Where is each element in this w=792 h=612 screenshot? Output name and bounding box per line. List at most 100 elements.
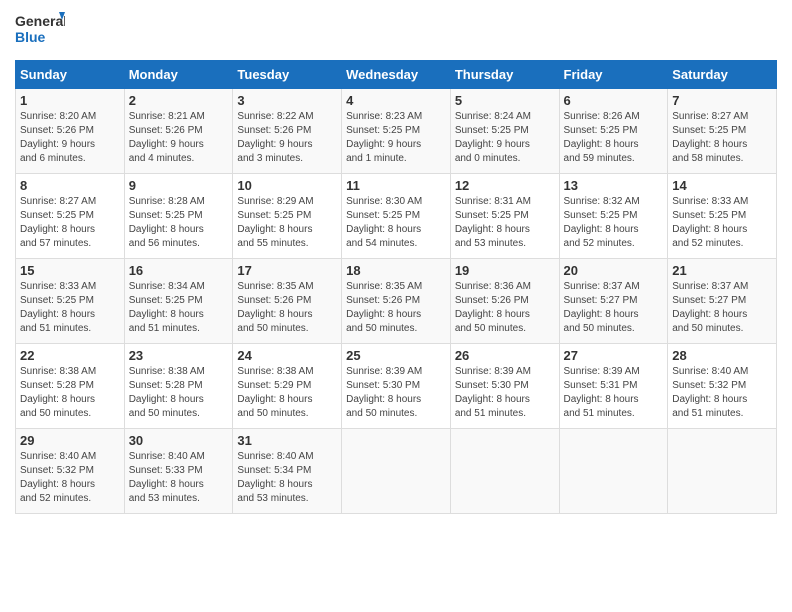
- weekday-header-friday: Friday: [559, 61, 668, 89]
- calendar-cell: 27Sunrise: 8:39 AM Sunset: 5:31 PM Dayli…: [559, 344, 668, 429]
- day-number: 18: [346, 263, 446, 278]
- calendar-cell: 8 Sunrise: 8:27 AM Sunset: 5:25 PM Daylig…: [16, 174, 125, 259]
- calendar-cell: 5 Sunrise: 8:24 AM Sunset: 5:25 PM Daylig…: [450, 89, 559, 174]
- day-number: 11: [346, 178, 446, 193]
- day-info: Sunrise: 8:26 AM Sunset: 5:25 PM Dayligh…: [564, 110, 664, 166]
- day-info: Sunrise: 8:38 AM Sunset: 5:29 PM Dayligh…: [237, 365, 337, 421]
- calendar-cell: 25 Sunrise: 8:39 AM Sunset: 5:30 PM Dayli…: [342, 344, 451, 429]
- day-info: Sunrise: 8:33 AM Sunset: 5:25 PM Dayligh…: [20, 280, 120, 336]
- calendar-cell: [342, 429, 451, 514]
- calendar-cell: 30 Sunrise: 8:40 AM Sunset: 5:33 PM Dayli…: [124, 429, 233, 514]
- calendar-cell: 31 Sunrise: 8:40 AM Sunset: 5:34 PM Dayli…: [233, 429, 342, 514]
- week-row-4: 22 Sunrise: 8:38 AM Sunset: 5:28 PM Dayli…: [16, 344, 777, 429]
- calendar-cell: 4 Sunrise: 8:23 AM Sunset: 5:25 PM Daylig…: [342, 89, 451, 174]
- calendar-cell: 13 Sunrise: 8:32 AM Sunset: 5:25 PM Dayli…: [559, 174, 668, 259]
- calendar-cell: 7Sunrise: 8:27 AM Sunset: 5:25 PM Daylig…: [668, 89, 777, 174]
- calendar-cell: 17Sunrise: 8:35 AM Sunset: 5:26 PM Dayli…: [233, 259, 342, 344]
- day-info: Sunrise: 8:40 AM Sunset: 5:34 PM Dayligh…: [237, 450, 337, 506]
- day-info: Sunrise: 8:39 AM Sunset: 5:30 PM Dayligh…: [346, 365, 446, 421]
- day-info: Sunrise: 8:38 AM Sunset: 5:28 PM Dayligh…: [129, 365, 229, 421]
- calendar-cell: 18 Sunrise: 8:35 AM Sunset: 5:26 PM Dayli…: [342, 259, 451, 344]
- svg-text:Blue: Blue: [15, 29, 46, 45]
- calendar-cell: 11Sunrise: 8:30 AM Sunset: 5:25 PM Dayli…: [342, 174, 451, 259]
- day-number: 8: [20, 178, 120, 193]
- day-info: Sunrise: 8:21 AM Sunset: 5:26 PM Dayligh…: [129, 110, 229, 166]
- calendar-cell: 24 Sunrise: 8:38 AM Sunset: 5:29 PM Dayli…: [233, 344, 342, 429]
- day-number: 24: [237, 348, 337, 363]
- day-number: 19: [455, 263, 555, 278]
- day-number: 4: [346, 93, 446, 108]
- day-number: 16: [129, 263, 229, 278]
- day-number: 15: [20, 263, 120, 278]
- day-info: Sunrise: 8:33 AM Sunset: 5:25 PM Dayligh…: [672, 195, 772, 251]
- day-number: 20: [564, 263, 664, 278]
- weekday-header-wednesday: Wednesday: [342, 61, 451, 89]
- day-info: Sunrise: 8:40 AM Sunset: 5:32 PM Dayligh…: [672, 365, 772, 421]
- day-info: Sunrise: 8:38 AM Sunset: 5:28 PM Dayligh…: [20, 365, 120, 421]
- weekday-header-tuesday: Tuesday: [233, 61, 342, 89]
- calendar-cell: [559, 429, 668, 514]
- calendar-cell: [450, 429, 559, 514]
- calendar-cell: 2Sunrise: 8:21 AM Sunset: 5:26 PM Daylig…: [124, 89, 233, 174]
- calendar-cell: 22 Sunrise: 8:38 AM Sunset: 5:28 PM Dayli…: [16, 344, 125, 429]
- page-header: General Blue: [15, 10, 777, 52]
- day-number: 7: [672, 93, 772, 108]
- calendar-cell: 10Sunrise: 8:29 AM Sunset: 5:25 PM Dayli…: [233, 174, 342, 259]
- weekday-header-saturday: Saturday: [668, 61, 777, 89]
- day-info: Sunrise: 8:20 AM Sunset: 5:26 PM Dayligh…: [20, 110, 120, 166]
- calendar-cell: 23 Sunrise: 8:38 AM Sunset: 5:28 PM Dayli…: [124, 344, 233, 429]
- logo: General Blue: [15, 10, 65, 52]
- day-number: 22: [20, 348, 120, 363]
- day-number: 25: [346, 348, 446, 363]
- day-info: Sunrise: 8:24 AM Sunset: 5:25 PM Dayligh…: [455, 110, 555, 166]
- weekday-header-sunday: Sunday: [16, 61, 125, 89]
- day-number: 23: [129, 348, 229, 363]
- week-row-5: 29 Sunrise: 8:40 AM Sunset: 5:32 PM Dayli…: [16, 429, 777, 514]
- calendar-cell: 21 Sunrise: 8:37 AM Sunset: 5:27 PM Dayli…: [668, 259, 777, 344]
- calendar-cell: 29 Sunrise: 8:40 AM Sunset: 5:32 PM Dayli…: [16, 429, 125, 514]
- day-number: 29: [20, 433, 120, 448]
- day-info: Sunrise: 8:32 AM Sunset: 5:25 PM Dayligh…: [564, 195, 664, 251]
- svg-text:General: General: [15, 13, 65, 29]
- day-info: Sunrise: 8:23 AM Sunset: 5:25 PM Dayligh…: [346, 110, 446, 166]
- weekday-header-row: SundayMondayTuesdayWednesdayThursdayFrid…: [16, 61, 777, 89]
- calendar-cell: 12 Sunrise: 8:31 AM Sunset: 5:25 PM Dayli…: [450, 174, 559, 259]
- day-number: 1: [20, 93, 120, 108]
- day-number: 28: [672, 348, 772, 363]
- calendar-cell: 3 Sunrise: 8:22 AM Sunset: 5:26 PM Daylig…: [233, 89, 342, 174]
- day-info: Sunrise: 8:31 AM Sunset: 5:25 PM Dayligh…: [455, 195, 555, 251]
- calendar-cell: [668, 429, 777, 514]
- day-number: 13: [564, 178, 664, 193]
- calendar-cell: 9Sunrise: 8:28 AM Sunset: 5:25 PM Daylig…: [124, 174, 233, 259]
- day-number: 17: [237, 263, 337, 278]
- day-info: Sunrise: 8:40 AM Sunset: 5:32 PM Dayligh…: [20, 450, 120, 506]
- calendar-table: SundayMondayTuesdayWednesdayThursdayFrid…: [15, 60, 777, 514]
- day-info: Sunrise: 8:37 AM Sunset: 5:27 PM Dayligh…: [672, 280, 772, 336]
- day-number: 30: [129, 433, 229, 448]
- day-info: Sunrise: 8:40 AM Sunset: 5:33 PM Dayligh…: [129, 450, 229, 506]
- day-info: Sunrise: 8:39 AM Sunset: 5:30 PM Dayligh…: [455, 365, 555, 421]
- day-number: 31: [237, 433, 337, 448]
- day-number: 3: [237, 93, 337, 108]
- day-number: 21: [672, 263, 772, 278]
- day-number: 12: [455, 178, 555, 193]
- day-info: Sunrise: 8:39 AM Sunset: 5:31 PM Dayligh…: [564, 365, 664, 421]
- day-number: 5: [455, 93, 555, 108]
- week-row-2: 8 Sunrise: 8:27 AM Sunset: 5:25 PM Daylig…: [16, 174, 777, 259]
- day-info: Sunrise: 8:22 AM Sunset: 5:26 PM Dayligh…: [237, 110, 337, 166]
- calendar-cell: 20 Sunrise: 8:37 AM Sunset: 5:27 PM Dayli…: [559, 259, 668, 344]
- day-info: Sunrise: 8:37 AM Sunset: 5:27 PM Dayligh…: [564, 280, 664, 336]
- day-info: Sunrise: 8:35 AM Sunset: 5:26 PM Dayligh…: [346, 280, 446, 336]
- week-row-1: 1 Sunrise: 8:20 AM Sunset: 5:26 PM Daylig…: [16, 89, 777, 174]
- week-row-3: 15 Sunrise: 8:33 AM Sunset: 5:25 PM Dayli…: [16, 259, 777, 344]
- calendar-cell: 14 Sunrise: 8:33 AM Sunset: 5:25 PM Dayli…: [668, 174, 777, 259]
- day-number: 9: [129, 178, 229, 193]
- day-number: 14: [672, 178, 772, 193]
- calendar-cell: 1 Sunrise: 8:20 AM Sunset: 5:26 PM Daylig…: [16, 89, 125, 174]
- day-number: 6: [564, 93, 664, 108]
- day-info: Sunrise: 8:34 AM Sunset: 5:25 PM Dayligh…: [129, 280, 229, 336]
- calendar-cell: 15 Sunrise: 8:33 AM Sunset: 5:25 PM Dayli…: [16, 259, 125, 344]
- calendar-cell: 19Sunrise: 8:36 AM Sunset: 5:26 PM Dayli…: [450, 259, 559, 344]
- day-info: Sunrise: 8:27 AM Sunset: 5:25 PM Dayligh…: [20, 195, 120, 251]
- logo-svg: General Blue: [15, 10, 65, 52]
